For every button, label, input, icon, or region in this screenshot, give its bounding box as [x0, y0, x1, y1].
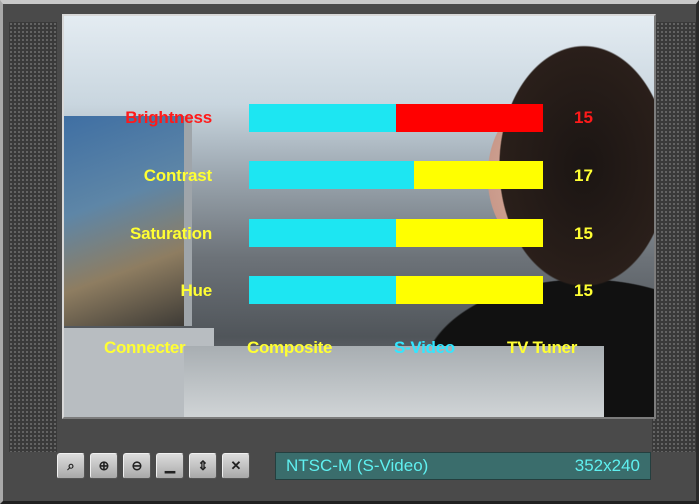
saturation-slider[interactable]	[249, 219, 543, 247]
left-grip-panel	[9, 22, 57, 452]
magnifier-icon: ⌕	[67, 458, 75, 473]
contrast-slider-remainder	[413, 161, 543, 189]
hue-label: Hue	[180, 281, 212, 300]
hue-value: 15	[574, 281, 593, 300]
contrast-value: 17	[574, 166, 593, 185]
zoom-in-icon: ⊕	[98, 458, 110, 473]
zoom-in-button[interactable]: ⊕	[90, 453, 118, 479]
close-button[interactable]: ✕	[222, 453, 250, 479]
minimize-icon: ▁	[165, 458, 175, 473]
hue-slider-level	[249, 276, 396, 304]
saturation-slider-level	[249, 219, 396, 247]
zoom-out-button[interactable]: ⊖	[123, 453, 151, 479]
minimize-button[interactable]: ▁	[156, 453, 184, 479]
zoom-out-icon: ⊖	[131, 458, 143, 473]
up-down-arrows-icon: ⇕	[197, 458, 209, 473]
saturation-label: Saturation	[129, 224, 212, 243]
saturation-slider-remainder	[396, 219, 543, 247]
contrast-slider-level	[249, 161, 414, 189]
hue-slider-remainder	[396, 276, 543, 304]
right-grip-panel	[652, 22, 696, 452]
brightness-slider-level	[249, 104, 396, 132]
video-mode-text: NTSC-M (S-Video)	[286, 456, 429, 475]
hue-slider[interactable]	[249, 276, 543, 304]
brightness-slider[interactable]	[249, 104, 543, 132]
magnifier-button[interactable]: ⌕	[57, 453, 85, 479]
toolbar: ⌕ ⊕ ⊖ ▁ ⇕ ✕	[57, 453, 250, 481]
status-display: NTSC-M (S-Video) 352x240	[275, 452, 651, 480]
close-icon: ✕	[230, 458, 242, 473]
brightness-slider-remainder	[396, 104, 543, 132]
contrast-slider[interactable]	[249, 161, 543, 189]
saturation-value: 15	[574, 224, 593, 243]
video-preview: Brightness 15 Contrast 17 Saturation 15 …	[62, 14, 656, 419]
connector-label: Connecter	[104, 338, 186, 357]
connector-option-composite[interactable]: Composite	[247, 338, 332, 358]
brightness-label: Brightness	[125, 108, 212, 127]
contrast-label: Contrast	[143, 166, 212, 185]
connector-option-s-video[interactable]: S-Video	[394, 338, 455, 358]
connector-option-tv-tuner[interactable]: TV Tuner	[507, 338, 577, 358]
brightness-value: 15	[574, 108, 593, 127]
resize-button[interactable]: ⇕	[189, 453, 217, 479]
resolution-text: 352x240	[574, 456, 640, 475]
